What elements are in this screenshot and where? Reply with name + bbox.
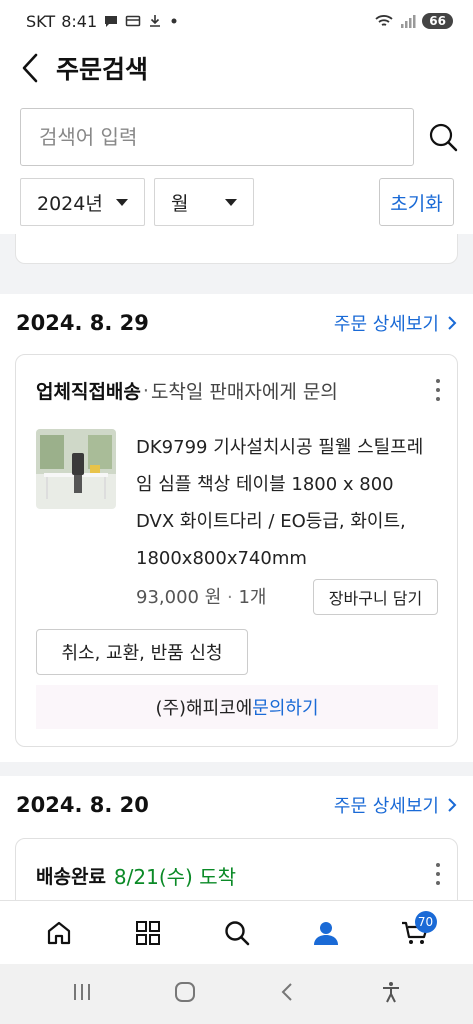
caret-down-icon [116, 198, 128, 206]
delivery-status: 업체직접배송 · 도착일 판매자에게 문의 [36, 377, 338, 404]
wifi-icon [375, 15, 393, 26]
order-card: 배송완료 8/21(수) 도착 [15, 838, 458, 900]
header: 주문검색 [0, 42, 473, 94]
system-nav-bar [0, 964, 473, 1024]
search-input[interactable] [20, 108, 414, 166]
nav-home[interactable] [35, 909, 83, 957]
product-quantity: 1개 [238, 587, 267, 608]
month-select[interactable]: 월 [154, 178, 254, 226]
order-group: 2024. 8. 20 주문 상세보기 배송완료 8/21(수) 도착 [0, 776, 473, 900]
search-bar [20, 108, 460, 166]
chevron-right-icon [448, 798, 457, 812]
delivery-status-label: 배송완료 [36, 866, 106, 888]
delivery-type: 업체직접배송 [36, 381, 141, 403]
status-bar: SKT 8:41 66 [0, 0, 473, 42]
add-to-cart-button[interactable]: 장바구니 담기 [313, 579, 438, 615]
order-date: 2024. 8. 20 [16, 793, 149, 817]
month-select-value: 월 [171, 192, 189, 215]
order-detail-link[interactable]: 주문 상세보기 [334, 310, 457, 336]
nav-cart[interactable]: 70 [391, 909, 439, 957]
chevron-right-icon [448, 316, 457, 330]
recent-apps-button[interactable] [70, 980, 94, 1008]
grid-icon [135, 920, 160, 945]
nav-search[interactable] [213, 909, 261, 957]
order-header: 2024. 8. 20 주문 상세보기 [0, 776, 473, 834]
order-header: 2024. 8. 29 주문 상세보기 [0, 294, 473, 352]
nav-my-page[interactable] [302, 909, 350, 957]
back-button[interactable] [4, 42, 56, 94]
download-icon [150, 15, 161, 27]
carrier-label: SKT [26, 11, 56, 31]
home-icon [47, 921, 70, 944]
home-button[interactable] [173, 980, 197, 1008]
search-icon [224, 920, 249, 945]
seller-inquiry: (주)해피코에 문의하기 [36, 685, 438, 729]
chevron-left-icon [22, 53, 38, 83]
clock: 8:41 [61, 11, 98, 31]
card-icon [125, 15, 141, 27]
product-price: 93,000 원 [136, 587, 222, 608]
back-system-button[interactable] [276, 980, 300, 1008]
accessibility-button[interactable] [379, 980, 403, 1008]
cancel-exchange-return-button[interactable]: 취소, 교환, 반품 신청 [36, 629, 248, 675]
seller-name: (주)해피코에 [155, 698, 253, 719]
arrival-date: 8/21(수) 도착 [113, 865, 236, 889]
order-detail-label: 주문 상세보기 [333, 314, 439, 335]
caret-down-icon [225, 198, 237, 206]
user-icon [313, 921, 338, 945]
home-circle-icon [174, 982, 195, 1002]
accessibility-icon [383, 982, 400, 1003]
filter-row: 2024년 월 초기화 [20, 178, 460, 226]
battery-indicator: 66 [422, 13, 453, 29]
order-group: 2024. 8. 29 주문 상세보기 업체직접배송 · 도착일 판매자에게 문… [0, 294, 473, 762]
search-icon [429, 123, 458, 152]
more-options-icon[interactable] [433, 863, 443, 885]
order-date: 2024. 8. 29 [16, 311, 149, 335]
product-thumbnail[interactable] [36, 429, 116, 509]
recents-icon [73, 984, 90, 1000]
chat-icon [105, 16, 118, 27]
order-detail-link[interactable]: 주문 상세보기 [334, 792, 457, 818]
search-button[interactable] [426, 120, 460, 154]
delivery-status: 배송완료 8/21(수) 도착 [36, 861, 236, 890]
page-title: 주문검색 [56, 55, 149, 84]
previous-order-card [15, 234, 458, 264]
nav-categories[interactable] [124, 909, 172, 957]
desk-image [36, 429, 116, 509]
year-select-value: 2024년 [37, 192, 103, 215]
back-icon [281, 983, 292, 1001]
dot-icon [171, 18, 177, 24]
inquiry-link[interactable]: 문의하기 [252, 694, 318, 720]
delivery-note: 도착일 판매자에게 문의 [150, 381, 338, 403]
bottom-nav: 70 [0, 900, 473, 964]
reset-button[interactable]: 초기화 [379, 178, 454, 226]
signal-icon [401, 15, 416, 28]
more-options-icon[interactable] [433, 379, 443, 401]
order-list[interactable]: 2024. 8. 29 주문 상세보기 업체직접배송 · 도착일 판매자에게 문… [0, 234, 473, 900]
cart-count-badge: 70 [414, 910, 437, 933]
order-detail-label: 주문 상세보기 [333, 796, 439, 817]
product-name[interactable]: DK9799 기사설치시공 필웰 스틸프레임 심플 책상 테이블 1800 x … [136, 429, 436, 577]
year-select[interactable]: 2024년 [20, 178, 145, 226]
price-quantity: 93,000 원 · 1개 [136, 587, 267, 608]
order-card: 업체직접배송 · 도착일 판매자에게 문의 DK9799 기사설치시공 필웰 스… [15, 354, 458, 747]
